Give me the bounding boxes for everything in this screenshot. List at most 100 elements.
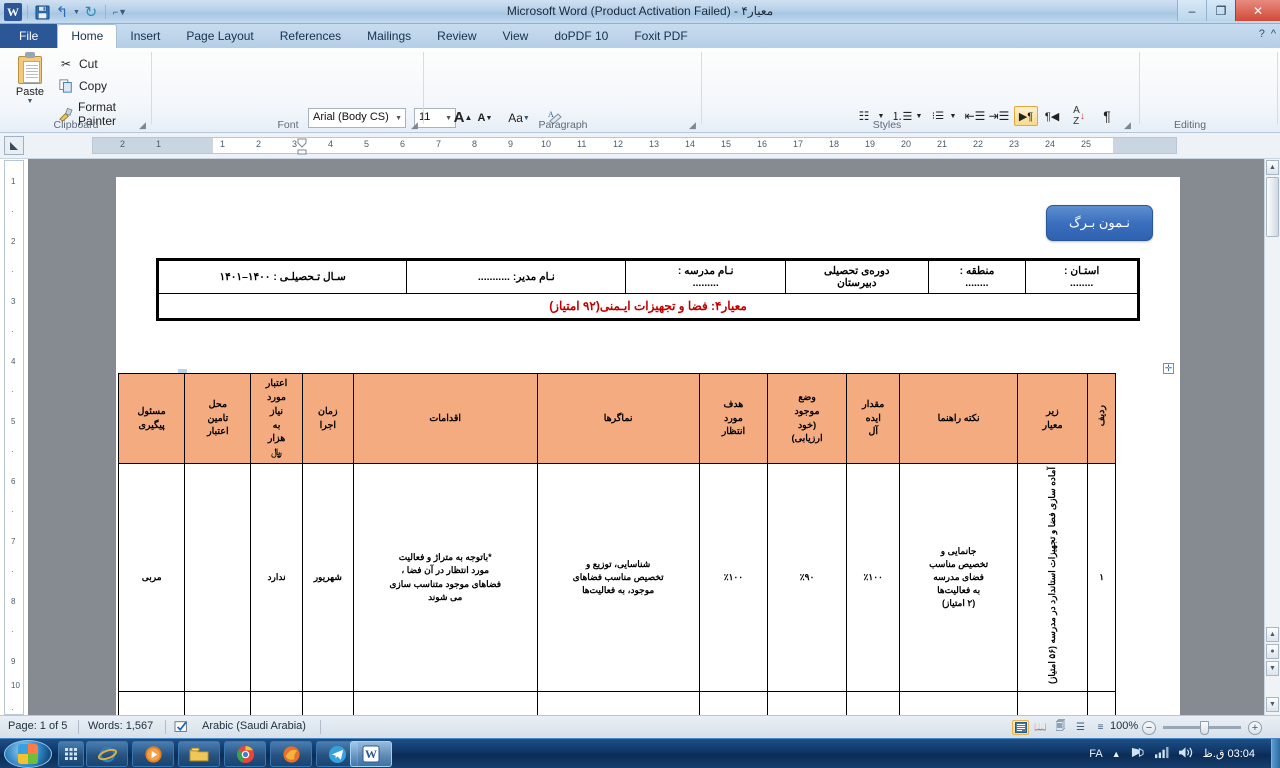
zoom-slider-thumb[interactable] — [1200, 721, 1209, 735]
cell-subcriterion: آماده سازی فضا و تجهیزات استاندارد در مد… — [1016, 462, 1089, 693]
cell-actions: *باتوجه به متراژ و فعالیت مورد انتظار در… — [352, 462, 538, 693]
help-icon[interactable]: ? — [1259, 28, 1265, 40]
volume-icon[interactable] — [1178, 746, 1194, 762]
outline-view-button[interactable]: ☰ — [1072, 720, 1089, 735]
cell-time: شهریور — [301, 462, 354, 693]
ruler-number: 15 — [721, 139, 732, 149]
tab-stop-selector[interactable] — [4, 136, 24, 155]
tab-references[interactable]: References — [267, 25, 354, 48]
tab-mailings[interactable]: Mailings — [354, 25, 424, 48]
language-indicator[interactable]: Arabic (Saudi Arabia) — [202, 720, 306, 732]
firefox-icon[interactable] — [270, 741, 312, 767]
ruler-number: 4 — [328, 139, 334, 149]
paste-label: Paste — [15, 86, 45, 98]
close-button[interactable]: ✕ — [1235, 0, 1280, 21]
tab-page-layout[interactable]: Page Layout — [173, 25, 266, 48]
show-desktop-icon[interactable] — [58, 741, 84, 767]
group-label-editing: Editing — [1173, 119, 1207, 131]
copy-button[interactable]: Copy — [58, 78, 107, 94]
table-row[interactable]: تأمین سیستم ٪۱۰۰ ٪۸۰ ٪۹۰ بررسی تجهیزات ا… — [117, 691, 1116, 715]
ruler-number: 2 — [256, 139, 262, 149]
print-layout-view-button[interactable] — [1012, 720, 1029, 735]
ruler-number: 1 — [156, 139, 162, 149]
indent-marker[interactable] — [296, 138, 308, 155]
vertical-scrollbar[interactable]: ▲ ▼ ▲ ● ▼ — [1264, 159, 1280, 715]
show-desktop-button[interactable] — [1271, 739, 1280, 768]
cell-responsible: مربی — [117, 462, 186, 693]
paste-button[interactable]: Paste ▼ — [8, 52, 52, 105]
tab-insert[interactable]: Insert — [117, 25, 173, 48]
styles-dialog-launcher[interactable]: ◢ — [1124, 120, 1134, 130]
col-label: ردیف — [1095, 405, 1107, 427]
cell-ideal: ٪۱۰۰ — [846, 462, 901, 693]
full-screen-reading-view-button[interactable]: 📖 — [1032, 720, 1049, 735]
word-count[interactable]: Words: 1,567 — [88, 720, 153, 732]
clock-time: 03:04 — [1227, 747, 1255, 760]
minimize-button[interactable]: – — [1177, 0, 1206, 21]
media-player-icon[interactable] — [132, 741, 174, 767]
tab-file[interactable]: File — [0, 24, 58, 48]
signal-strength-icon[interactable] — [1154, 746, 1169, 762]
ruler-number: 16 — [757, 139, 768, 149]
header-info-table: استـان : ........ منطقه : ........ دوره‌… — [156, 258, 1140, 321]
document-page[interactable]: نـمون بـرگ استـان : ........ منطقه : ...… — [116, 177, 1180, 715]
ruler-number: 1 — [220, 139, 226, 149]
group-paragraph: ☷ ▼ ⒈☰ ▼ ⁝☰ ▼ ⇤☰ ⇥☰ ▶¶ ¶◀ AZ↓ ¶ ≡ ≡ ≡ ≣ … — [424, 48, 1111, 156]
clipboard-dialog-launcher[interactable]: ◢ — [139, 120, 149, 130]
zoom-in-button[interactable]: + — [1248, 721, 1262, 735]
tab-dopdf[interactable]: doPDF 10 — [541, 25, 621, 48]
zoom-level[interactable]: 100% — [1110, 720, 1138, 732]
vertical-ruler[interactable]: 1 · 2 · 3 · 4 · 5 · 6 · 7 · 8 · 9 10 · — [4, 160, 24, 715]
status-bar: Page: 1 of 5 Words: 1,567 Arabic (Saudi … — [0, 715, 1280, 738]
tab-home[interactable]: Home — [57, 24, 118, 48]
network-icon[interactable] — [1130, 746, 1145, 762]
ruler-number: 18 — [829, 139, 840, 149]
font-dialog-launcher[interactable]: ◢ — [411, 120, 421, 130]
ruler-number: 20 — [901, 139, 912, 149]
zoom-out-button[interactable]: − — [1142, 721, 1156, 735]
header-school-name: نـام مدرسه : ......... — [625, 259, 786, 294]
minimize-ribbon-icon[interactable]: ^ — [1271, 28, 1276, 40]
internet-explorer-icon[interactable] — [86, 741, 128, 767]
word-taskbar-icon[interactable]: W — [350, 741, 392, 767]
window-controls[interactable]: – ❐ ✕ — [1177, 0, 1280, 22]
web-layout-view-button[interactable]: 🗐 — [1052, 720, 1069, 735]
scroll-up-button[interactable]: ▲ — [1266, 160, 1279, 175]
form-badge: نـمون بـرگ — [1046, 205, 1153, 241]
language-indicator[interactable]: FA — [1089, 748, 1102, 760]
chrome-icon[interactable] — [224, 741, 266, 767]
ruler-number: 19 — [865, 139, 876, 149]
cell-target: ٪۹۰ — [698, 691, 769, 715]
tab-review[interactable]: Review — [424, 25, 489, 48]
clock[interactable]: 03:04 ق.ظ — [1203, 748, 1255, 761]
tab-view[interactable]: View — [490, 25, 542, 48]
proofing-status-icon[interactable] — [174, 720, 190, 737]
paste-dropdown-icon[interactable]: ▼ — [8, 98, 52, 105]
tab-foxit-pdf[interactable]: Foxit PDF — [621, 25, 700, 48]
next-page-button[interactable]: ▼ — [1266, 661, 1279, 676]
horizontal-ruler[interactable]: 2 1 1 2 3 4 5 6 7 8 9 10 11 12 13 14 15 … — [92, 137, 1177, 155]
scrollbar-thumb[interactable] — [1266, 177, 1279, 237]
header-academic-year: سـال تـحصیلـی : ۱۴۰۰–۱۴۰۱ — [156, 259, 408, 294]
cut-button[interactable]: ✂ Cut — [58, 56, 98, 72]
select-browse-object-button[interactable]: ● — [1266, 644, 1279, 659]
table-resize-handle[interactable]: ✛ — [1163, 363, 1174, 374]
page-indicator[interactable]: Page: 1 of 5 — [8, 720, 67, 732]
table-row[interactable]: ۱ آماده سازی فضا و تجهیزات استاندارد در … — [117, 462, 1116, 693]
header-district: منطقه : ........ — [927, 259, 1027, 294]
scroll-down-button[interactable]: ▼ — [1266, 697, 1279, 712]
paragraph-dialog-launcher[interactable]: ◢ — [689, 120, 699, 130]
start-orb-icon[interactable] — [4, 740, 52, 768]
ruler-number: 12 — [613, 139, 624, 149]
previous-page-button[interactable]: ▲ — [1266, 627, 1279, 642]
ruler-number: 7 — [436, 139, 442, 149]
header-education-level: دوره‌ی تحصیلی دبیرستان — [784, 259, 929, 294]
restore-button[interactable]: ❐ — [1206, 0, 1235, 21]
document-canvas[interactable]: نـمون بـرگ استـان : ........ منطقه : ...… — [28, 159, 1268, 715]
ruler-number: 11 — [577, 139, 587, 149]
explorer-icon[interactable] — [178, 741, 220, 767]
svg-text:W: W — [365, 747, 377, 761]
scissors-icon: ✂ — [60, 57, 72, 71]
show-hidden-icons-icon[interactable]: ▲ — [1112, 749, 1121, 759]
draft-view-button[interactable]: ≡ — [1092, 720, 1109, 735]
